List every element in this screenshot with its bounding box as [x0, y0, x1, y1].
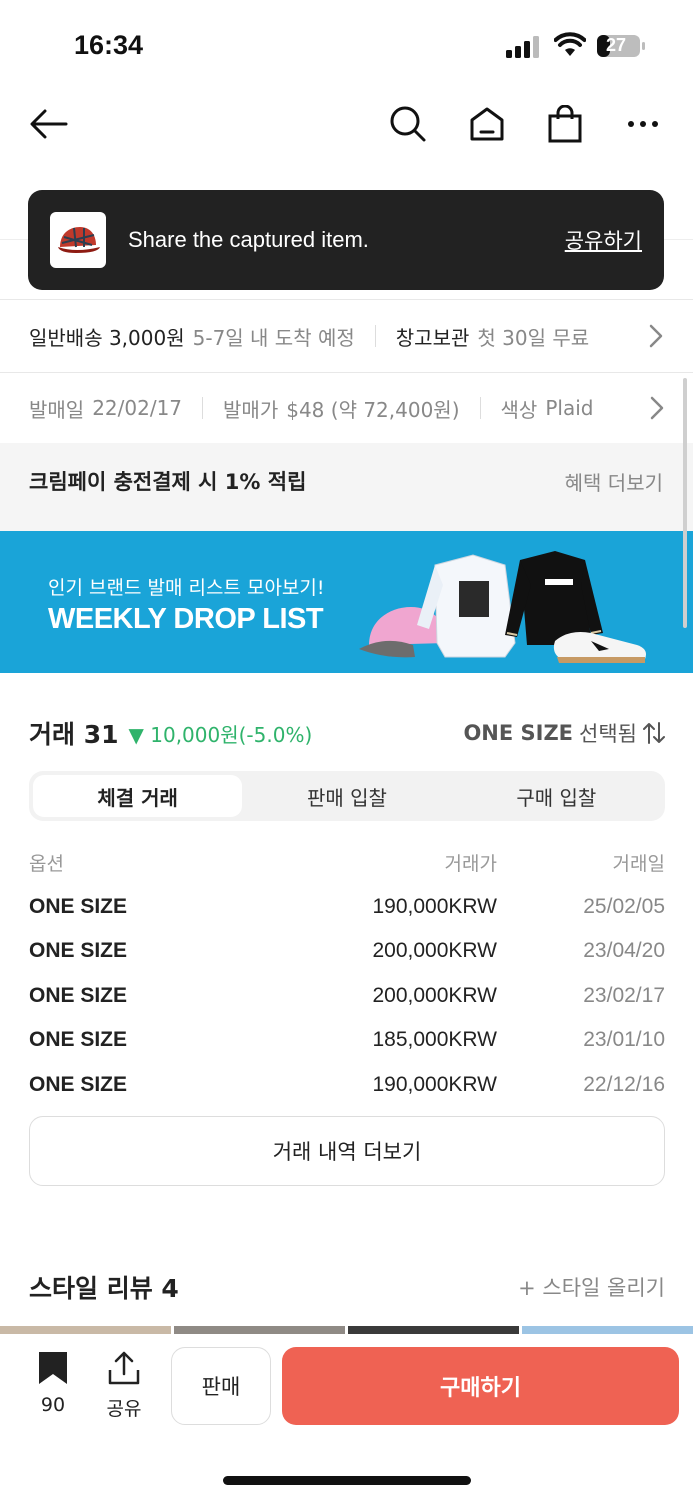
style-thumbnail[interactable]: [0, 1326, 171, 1334]
banner-products-illustration: [359, 551, 646, 663]
color-label: 색상: [500, 397, 538, 422]
more-dots-icon[interactable]: [621, 102, 665, 146]
row-price: 185,000KRW: [372, 1028, 497, 1052]
battery-percent: 27: [606, 35, 627, 55]
column-header-price: 거래가: [444, 852, 497, 875]
top-nav: [0, 90, 693, 160]
scrollbar[interactable]: [683, 378, 687, 628]
row-option: ONE SIZE: [29, 894, 128, 918]
sell-button[interactable]: 판매: [171, 1347, 271, 1425]
warehouse-note: 첫 30일 무료: [477, 325, 590, 350]
share-toast: Share the captured item. 공유하기: [28, 190, 664, 290]
row-option: ONE SIZE: [29, 1072, 128, 1096]
toast-product-thumbnail: [50, 212, 106, 268]
column-header-date: 거래일: [612, 852, 665, 875]
battery-icon: 27: [596, 34, 646, 58]
table-row: ONE SIZE 190,000KRW 22/12/16: [29, 1063, 665, 1108]
style-review-title: 스타일 리뷰 4: [29, 1274, 179, 1303]
row-date: 23/04/20: [583, 939, 665, 963]
style-thumbnail[interactable]: [174, 1326, 345, 1334]
sort-arrows-icon: [643, 722, 665, 744]
style-thumbnails-strip[interactable]: [0, 1326, 693, 1334]
release-date-value: 22/02/17: [92, 396, 183, 420]
status-bar: 16:34 27: [0, 0, 693, 90]
release-price-label: 발매가: [223, 397, 279, 422]
banner-subtitle: 인기 브랜드 발매 리스트 모아보기!: [48, 577, 325, 599]
trade-count-title: 거래 31: [29, 720, 119, 749]
row-date: 25/02/05: [583, 894, 665, 918]
upload-style-link[interactable]: + 스타일 올리기: [518, 1272, 665, 1302]
more-trades-button[interactable]: 거래 내역 더보기: [29, 1116, 665, 1186]
general-shipping-eta: 5-7일 내 도착 예정: [192, 325, 355, 350]
style-thumbnail[interactable]: [348, 1326, 519, 1334]
selected-suffix: 선택됨: [579, 722, 637, 746]
row-price: 190,000KRW: [372, 894, 497, 918]
trade-header: 거래 31 ▼ 10,000원(-5.0%) ONE SIZE 선택됨: [29, 712, 665, 754]
trade-tabs: 체결 거래 판매 입찰 구매 입찰: [29, 771, 665, 821]
benefit-title: 크림페이 충전결제 시 1% 적립: [29, 470, 307, 494]
bookmark-icon: [39, 1352, 67, 1384]
row-date: 23/01/10: [583, 1028, 665, 1052]
tab-buy-bids[interactable]: 구매 입찰: [452, 775, 661, 817]
shopping-bag-icon[interactable]: [543, 102, 587, 146]
separator: [202, 397, 204, 419]
table-header: 옵션 거래가 거래일: [29, 840, 665, 885]
banner-title: WEEKLY DROP LIST: [48, 603, 324, 635]
separator: [374, 325, 376, 347]
row-date: 22/12/16: [583, 1072, 665, 1096]
trade-table: 옵션 거래가 거래일 ONE SIZE 190,000KRW 25/02/05 …: [29, 840, 665, 1107]
table-row: ONE SIZE 185,000KRW 23/01/10: [29, 1018, 665, 1063]
home-icon[interactable]: [465, 102, 509, 146]
chevron-right-icon: [649, 324, 663, 348]
selected-size: ONE SIZE: [463, 721, 574, 745]
toast-message: Share the captured item.: [128, 227, 369, 252]
cellular-signal-icon: [506, 36, 539, 58]
weekly-drop-banner[interactable]: 인기 브랜드 발매 리스트 모아보기! WEEKLY DROP LIST: [0, 531, 693, 673]
chevron-right-icon: [650, 396, 664, 420]
row-option: ONE SIZE: [29, 1028, 128, 1052]
benefit-row: 크림페이 충전결제 시 1% 적립 혜택 더보기: [0, 443, 693, 519]
benefit-more-link[interactable]: 혜택 더보기: [565, 467, 663, 496]
tab-sell-bids[interactable]: 판매 입찰: [242, 775, 451, 817]
bookmark-button[interactable]: 90: [30, 1350, 76, 1420]
row-option: ONE SIZE: [29, 983, 128, 1007]
tab-executed-trades[interactable]: 체결 거래: [33, 775, 243, 817]
home-indicator: [223, 1476, 471, 1485]
release-info-row[interactable]: 발매일 22/02/17 발매가 $48 (약 72,400원) 색상 Plai…: [0, 373, 693, 443]
row-price: 190,000KRW: [372, 1072, 497, 1096]
table-row: ONE SIZE 200,000KRW 23/02/17: [29, 974, 665, 1019]
color-value: Plaid: [545, 396, 594, 420]
section-gap: [0, 519, 693, 531]
warehouse-label: 창고보관: [395, 325, 470, 350]
release-date-label: 발매일: [29, 397, 85, 422]
row-option: ONE SIZE: [29, 939, 128, 963]
column-header-option: 옵션: [29, 852, 64, 875]
release-price-value: $48 (약 72,400원): [286, 397, 460, 422]
row-price: 200,000KRW: [372, 983, 497, 1007]
table-row: ONE SIZE 190,000KRW 25/02/05: [29, 885, 665, 930]
table-row: ONE SIZE 200,000KRW 23/04/20: [29, 929, 665, 974]
price-change: ▼ 10,000원(-5.0%): [128, 722, 313, 747]
separator: [479, 397, 481, 419]
size-selector[interactable]: ONE SIZE 선택됨: [463, 718, 665, 748]
buy-button[interactable]: 구매하기: [282, 1347, 679, 1425]
back-arrow-icon[interactable]: [27, 102, 71, 146]
style-thumbnail[interactable]: [522, 1326, 693, 1334]
toast-share-link[interactable]: 공유하기: [565, 225, 642, 255]
shipping-row[interactable]: 일반배송 3,000원 5-7일 내 도착 예정 창고보관 첫 30일 무료: [0, 300, 693, 372]
wifi-icon: [554, 32, 586, 56]
row-price: 200,000KRW: [372, 939, 497, 963]
share-button[interactable]: 공유: [100, 1350, 148, 1420]
bookmark-count: 90: [40, 1394, 66, 1416]
style-review-header: 스타일 리뷰 4 + 스타일 올리기: [29, 1266, 665, 1308]
search-icon[interactable]: [386, 102, 430, 146]
general-shipping-label: 일반배송 3,000원: [29, 325, 185, 350]
status-time: 16:34: [74, 30, 144, 60]
row-date: 23/02/17: [583, 983, 665, 1007]
share-icon: [108, 1351, 140, 1385]
share-label: 공유: [106, 1398, 142, 1420]
